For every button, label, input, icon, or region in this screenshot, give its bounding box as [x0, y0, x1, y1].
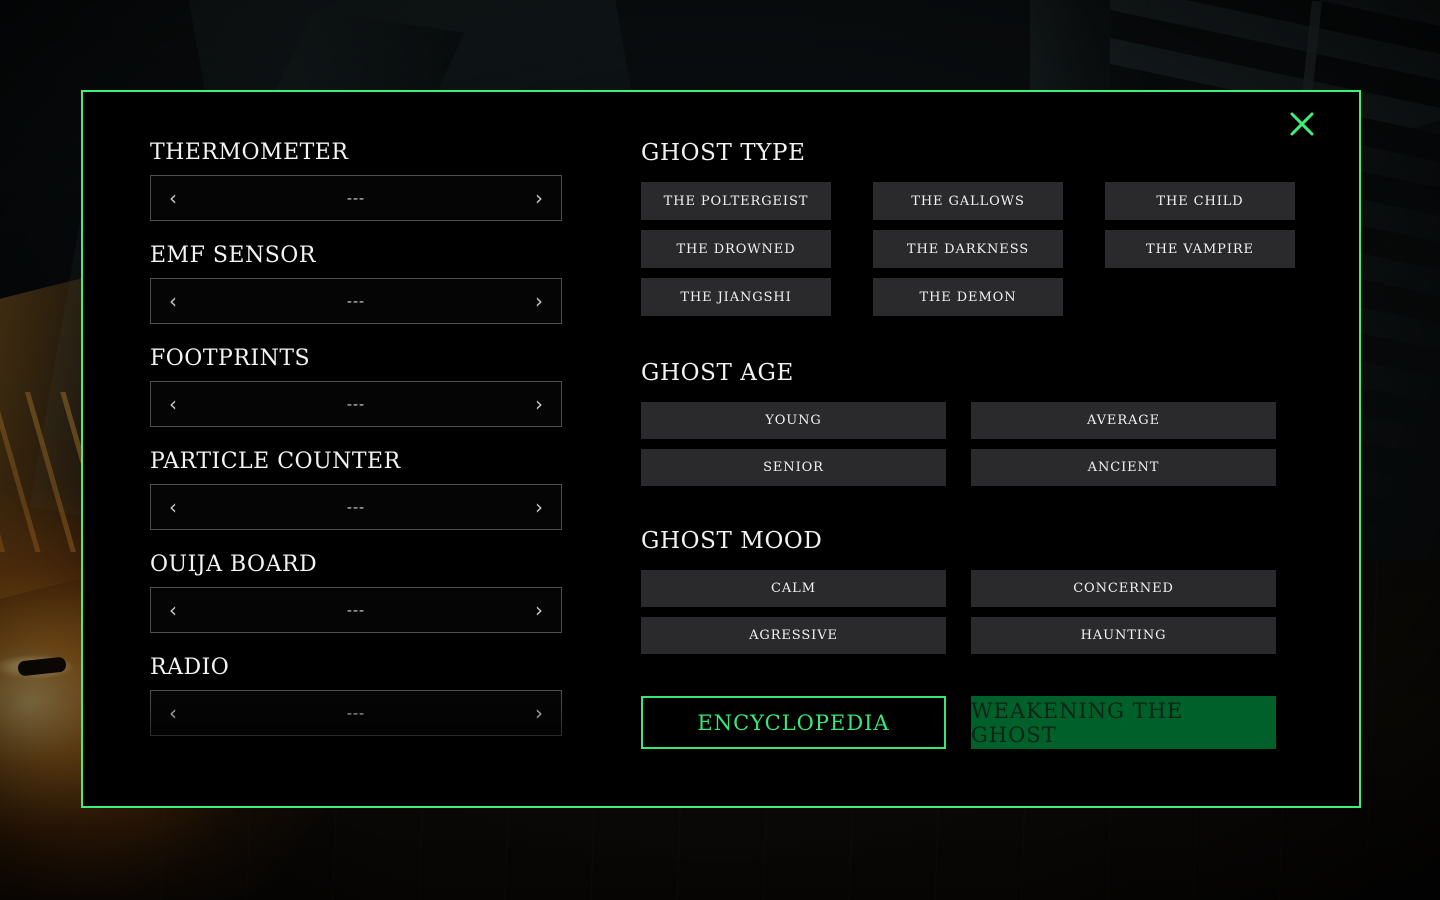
ghost-type-grid: THE POLTERGEIST THE GALLOWS THE CHILD TH…: [641, 182, 1295, 316]
evidence-row-footprints: FOOTPRINTS ‹ --- ›: [150, 346, 582, 427]
ghost-age-option-ancient[interactable]: ANCIENT: [971, 449, 1276, 486]
evidence-value: ---: [346, 189, 366, 207]
ghost-age-option-young[interactable]: YOUNG: [641, 402, 946, 439]
ghost-age-title: GHOST AGE: [641, 360, 794, 386]
ghost-type-option-the-demon[interactable]: THE DEMON: [873, 278, 1063, 316]
chevron-right-icon[interactable]: ›: [535, 291, 543, 311]
evidence-label: PARTICLE COUNTER: [150, 449, 401, 474]
evidence-label: FOOTPRINTS: [150, 346, 311, 371]
evidence-label: OUIJA BOARD: [150, 552, 318, 577]
close-icon[interactable]: [1285, 107, 1319, 141]
evidence-value: ---: [346, 601, 366, 619]
journal-panel: THERMOMETER ‹ --- › EMF SENSOR ‹ --- › F…: [81, 90, 1361, 808]
ghost-type-option-the-darkness[interactable]: THE DARKNESS: [873, 230, 1063, 268]
ghost-type-option-the-vampire[interactable]: THE VAMPIRE: [1105, 230, 1295, 268]
evidence-row-particle-counter: PARTICLE COUNTER ‹ --- ›: [150, 449, 582, 530]
evidence-value: ---: [346, 292, 366, 310]
ghost-info-column: GHOST TYPE THE POLTERGEIST THE GALLOWS T…: [582, 140, 1359, 806]
ghost-type-option-the-jiangshi[interactable]: THE JIANGSHI: [641, 278, 831, 316]
evidence-selector-footprints[interactable]: ‹ --- ›: [150, 381, 562, 427]
chevron-right-icon[interactable]: ›: [535, 188, 543, 208]
action-button-row: ENCYCLOPEDIA WEAKENING THE GHOST: [641, 696, 1295, 749]
evidence-row-radio: RADIO ‹ --- ›: [150, 655, 582, 736]
ghost-mood-option-agressive[interactable]: AGRESSIVE: [641, 617, 946, 654]
evidence-column: THERMOMETER ‹ --- › EMF SENSOR ‹ --- › F…: [83, 140, 582, 806]
ghost-type-option-the-gallows[interactable]: THE GALLOWS: [873, 182, 1063, 220]
chevron-left-icon[interactable]: ‹: [169, 497, 177, 517]
chevron-left-icon[interactable]: ‹: [169, 188, 177, 208]
ghost-mood-option-concerned[interactable]: CONCERNED: [971, 570, 1276, 607]
chevron-right-icon[interactable]: ›: [535, 497, 543, 517]
evidence-selector-ouija-board[interactable]: ‹ --- ›: [150, 587, 562, 633]
ghost-type-option-the-drowned[interactable]: THE DROWNED: [641, 230, 831, 268]
weakening-the-ghost-button[interactable]: WEAKENING THE GHOST: [971, 696, 1276, 749]
chevron-right-icon[interactable]: ›: [535, 394, 543, 414]
evidence-row-emf-sensor: EMF SENSOR ‹ --- ›: [150, 243, 582, 324]
ghost-age-option-senior[interactable]: SENIOR: [641, 449, 946, 486]
evidence-value: ---: [346, 395, 366, 413]
evidence-label: EMF SENSOR: [150, 243, 316, 268]
evidence-row-ouija-board: OUIJA BOARD ‹ --- ›: [150, 552, 582, 633]
evidence-row-thermometer: THERMOMETER ‹ --- ›: [150, 140, 582, 221]
evidence-label: THERMOMETER: [150, 140, 349, 165]
evidence-selector-emf-sensor[interactable]: ‹ --- ›: [150, 278, 562, 324]
ghost-mood-title: GHOST MOOD: [641, 528, 823, 554]
ghost-type-title: GHOST TYPE: [641, 140, 806, 166]
chevron-right-icon[interactable]: ›: [535, 703, 543, 723]
ghost-age-option-average[interactable]: AVERAGE: [971, 402, 1276, 439]
chevron-left-icon[interactable]: ‹: [169, 291, 177, 311]
encyclopedia-button[interactable]: ENCYCLOPEDIA: [641, 696, 946, 749]
ghost-age-grid: YOUNG AVERAGE SENIOR ANCIENT: [641, 402, 1295, 486]
chevron-left-icon[interactable]: ‹: [169, 394, 177, 414]
evidence-selector-radio[interactable]: ‹ --- ›: [150, 690, 562, 736]
evidence-label: RADIO: [150, 655, 230, 680]
chevron-right-icon[interactable]: ›: [535, 600, 543, 620]
evidence-selector-thermometer[interactable]: ‹ --- ›: [150, 175, 562, 221]
ghost-mood-option-haunting[interactable]: HAUNTING: [971, 617, 1276, 654]
ghost-type-option-the-child[interactable]: THE CHILD: [1105, 182, 1295, 220]
ghost-mood-option-calm[interactable]: CALM: [641, 570, 946, 607]
chevron-left-icon[interactable]: ‹: [169, 600, 177, 620]
ghost-mood-grid: CALM CONCERNED AGRESSIVE HAUNTING: [641, 570, 1295, 654]
evidence-selector-particle-counter[interactable]: ‹ --- ›: [150, 484, 562, 530]
evidence-value: ---: [346, 498, 366, 516]
evidence-value: ---: [346, 704, 366, 722]
chevron-left-icon[interactable]: ‹: [169, 703, 177, 723]
ghost-type-option-the-poltergeist[interactable]: THE POLTERGEIST: [641, 182, 831, 220]
